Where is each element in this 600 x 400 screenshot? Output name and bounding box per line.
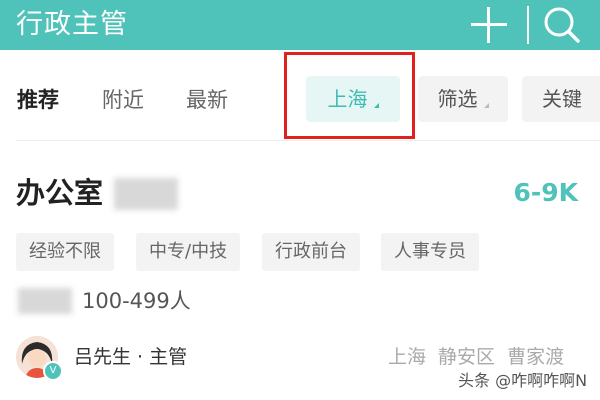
- job-tag: 经验不限: [16, 233, 114, 271]
- job-tag: 人事专员: [381, 233, 479, 271]
- redacted-company-blur: [18, 288, 72, 314]
- redacted-title-blur: [114, 178, 178, 210]
- app-header: 行政主管: [0, 0, 600, 50]
- tab-nearby[interactable]: 附近: [102, 86, 144, 114]
- verified-badge-icon: V: [43, 361, 63, 381]
- search-query-title[interactable]: 行政主管: [16, 5, 128, 45]
- recruiter-name: 吕先生 · 主管: [74, 346, 188, 368]
- company-size: 100-499人: [82, 289, 191, 313]
- watermark: 头条 @咋啊咋啊N: [458, 370, 588, 392]
- job-tag: 中专/中技: [136, 233, 241, 271]
- tab-latest[interactable]: 最新: [186, 86, 228, 114]
- job-tag: 行政前台: [262, 233, 360, 271]
- job-location: 上海 静安区 曹家渡: [388, 346, 565, 368]
- job-title[interactable]: 办公室: [16, 174, 103, 212]
- annotation-highlight-box: [284, 52, 415, 139]
- tab-recommended[interactable]: 推荐: [17, 86, 59, 114]
- salary-label: 6-9K: [513, 178, 578, 207]
- divider: [16, 140, 600, 141]
- keyword-chip[interactable]: 关键: [522, 76, 600, 122]
- keyword-chip-label: 关键: [542, 87, 582, 111]
- plus-icon[interactable]: [470, 6, 508, 44]
- header-divider: [527, 6, 529, 44]
- filter-chip[interactable]: 筛选: [418, 76, 508, 122]
- dropdown-caret-icon: [483, 103, 489, 108]
- search-icon[interactable]: [542, 5, 582, 45]
- filter-chip-label: 筛选: [437, 87, 478, 111]
